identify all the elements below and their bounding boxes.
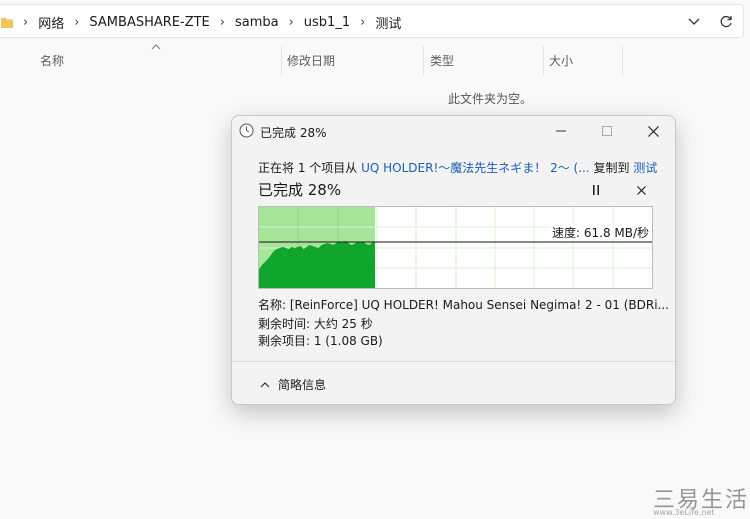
speed-graph-canvas xyxy=(259,207,652,288)
column-header-modified[interactable]: 修改日期 xyxy=(287,46,335,76)
column-headers: 名称 修改日期 类型 大小 xyxy=(0,46,750,76)
minimize-icon xyxy=(556,130,566,132)
breadcrumb-item[interactable]: usb1_1 xyxy=(304,15,350,30)
breadcrumb-item[interactable]: 测试 xyxy=(375,13,401,32)
column-divider[interactable] xyxy=(622,46,623,76)
chevron-up-icon xyxy=(260,381,270,387)
copy-status-line: 正在将 1 个项目从 UQ HOLDER!～魔法先生ネギま！ 2～ (... 复… xyxy=(258,159,657,176)
destination-link[interactable]: 测试 xyxy=(633,161,657,175)
status-prefix: 正在将 1 个项目从 xyxy=(258,161,362,175)
minimize-button[interactable] xyxy=(538,116,584,146)
breadcrumb-separator-icon: › xyxy=(219,14,225,30)
watermark-logo: 三易生活 www.3eLife.net xyxy=(653,482,749,518)
time-remaining-line: 剩余时间: 大约 25 秒 xyxy=(258,317,373,331)
clock-icon xyxy=(239,123,254,138)
source-link[interactable]: UQ HOLDER!～魔法先生ネギま！ 2～ (... xyxy=(361,161,590,175)
close-icon xyxy=(647,125,659,137)
maximize-button[interactable] xyxy=(584,116,630,146)
speed-label: 速度: 61.8 MB/秒 xyxy=(550,224,652,241)
column-header-size[interactable]: 大小 xyxy=(549,46,573,76)
breadcrumb-item[interactable]: 网络 xyxy=(38,13,64,32)
column-header-name[interactable]: 名称 xyxy=(40,46,64,76)
pause-button[interactable] xyxy=(586,180,606,200)
items-remaining-line: 剩余项目: 1 (1.08 GB) xyxy=(258,334,383,348)
dialog-footer: 简略信息 xyxy=(232,361,675,404)
fewer-details-button[interactable]: 简略信息 xyxy=(260,376,326,393)
history-dropdown-button[interactable] xyxy=(683,11,705,33)
chevron-down-icon xyxy=(688,18,700,25)
pause-icon xyxy=(593,185,599,195)
column-divider[interactable] xyxy=(423,46,424,76)
breadcrumb-separator-icon: › xyxy=(360,14,366,30)
cancel-copy-button[interactable] xyxy=(631,180,651,200)
fewer-details-label: 简略信息 xyxy=(278,378,327,392)
percent-complete: 已完成 28% xyxy=(258,181,342,199)
watermark-url: www.3eLife.net xyxy=(653,508,715,517)
column-divider[interactable] xyxy=(281,46,282,76)
file-name-line: 名称: [ReinForce] UQ HOLDER! Mahou Sensei … xyxy=(258,298,669,312)
dialog-title: 已完成 28% xyxy=(260,126,327,140)
column-header-type[interactable]: 类型 xyxy=(430,46,454,76)
breadcrumb-separator-icon: › xyxy=(288,14,294,30)
copy-to-text: 复制到 xyxy=(589,161,634,175)
dialog-titlebar[interactable]: 已完成 28% xyxy=(232,116,675,146)
copy-progress-dialog: 已完成 28% 正在将 1 个项目从 UQ HOLDER!～魔法先生ネギま！ 2… xyxy=(231,115,676,405)
address-bar[interactable]: › 网络 › SAMBASHARE-ZTE › samba › usb1_1 ›… xyxy=(0,4,744,38)
breadcrumb-separator-icon: › xyxy=(23,14,29,30)
folder-icon xyxy=(1,18,13,28)
empty-folder-message: 此文件夹为空。 xyxy=(448,92,533,106)
transfer-speed-graph xyxy=(258,206,653,289)
breadcrumb: › 网络 › SAMBASHARE-ZTE › samba › usb1_1 ›… xyxy=(13,5,401,39)
refresh-icon xyxy=(720,15,732,28)
close-icon xyxy=(636,185,646,195)
breadcrumb-item[interactable]: samba xyxy=(235,15,279,30)
column-divider[interactable] xyxy=(543,46,544,76)
breadcrumb-item[interactable]: SAMBASHARE-ZTE xyxy=(89,15,209,30)
close-button[interactable] xyxy=(630,116,675,146)
refresh-button[interactable] xyxy=(715,11,737,33)
breadcrumb-separator-icon: › xyxy=(74,14,80,30)
maximize-icon xyxy=(602,126,612,136)
